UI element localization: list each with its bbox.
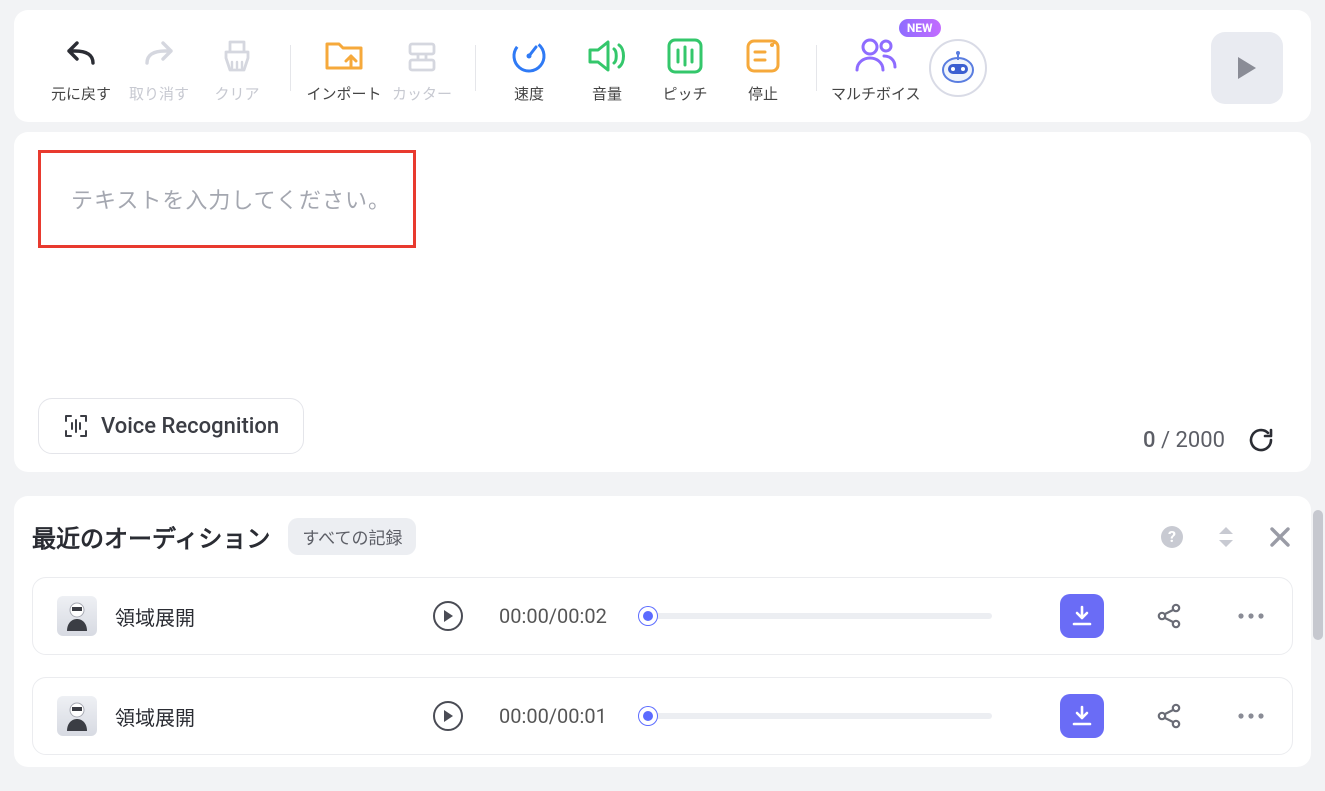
multivoice-icon: [853, 33, 899, 79]
share-button[interactable]: [1152, 599, 1186, 633]
pause-icon: [740, 33, 786, 79]
audition-avatar: [57, 696, 97, 736]
brush-icon: [214, 33, 260, 79]
audition-play-button[interactable]: [433, 701, 463, 731]
toolbar-group-audio: 速度 音量 ピッチ 停止: [490, 33, 802, 104]
audition-row: 領域展開 00:00/00:02: [32, 577, 1293, 655]
voice-avatar[interactable]: [929, 39, 987, 97]
toolbar-group-voice: NEW マルチボイス: [831, 33, 921, 104]
help-icon: ?: [1159, 524, 1185, 550]
auditions-title: 最近のオーディション: [32, 519, 270, 554]
audition-name: 領域展開: [115, 602, 375, 631]
multivoice-label: マルチボイス: [831, 83, 921, 104]
auditions-list: 領域展開 00:00/00:02 領域展開 00:0: [32, 577, 1293, 755]
import-label: インポート: [306, 83, 381, 104]
redo-button[interactable]: 取り消す: [120, 33, 198, 104]
pitch-button[interactable]: ピッチ: [646, 33, 724, 104]
count-current: 0: [1143, 428, 1156, 453]
play-icon: [442, 609, 454, 623]
voice-recognition-icon: [63, 413, 89, 439]
toolbar: 元に戻す 取り消す クリア インポート カッター: [14, 10, 1311, 122]
divider: [475, 45, 476, 91]
audition-progress[interactable]: [643, 613, 992, 619]
redo-label: 取り消す: [129, 83, 189, 104]
refresh-button[interactable]: [1247, 426, 1275, 454]
count-max: 2000: [1176, 428, 1225, 453]
download-button[interactable]: [1060, 594, 1104, 638]
volume-button[interactable]: 音量: [568, 33, 646, 104]
pitch-label: ピッチ: [662, 83, 707, 104]
toolbar-group-history: 元に戻す 取り消す クリア: [42, 33, 276, 104]
progress-knob[interactable]: [639, 607, 657, 625]
more-icon: [1237, 712, 1265, 720]
redo-icon: [136, 33, 182, 79]
pause-button[interactable]: 停止: [724, 33, 802, 104]
text-input-highlight[interactable]: テキストを入力してください。: [38, 150, 416, 248]
clear-label: クリア: [214, 83, 259, 104]
play-button[interactable]: [1211, 32, 1283, 104]
share-icon: [1155, 702, 1183, 730]
audition-row: 領域展開 00:00/00:01: [32, 677, 1293, 755]
divider: [816, 45, 817, 91]
import-button[interactable]: インポート: [305, 33, 383, 104]
progress-knob[interactable]: [639, 707, 657, 725]
scrollbar-thumb[interactable]: [1313, 510, 1323, 640]
folder-import-icon: [321, 33, 367, 79]
close-icon: [1269, 526, 1291, 548]
volume-icon: [584, 33, 630, 79]
robot-icon: [938, 48, 978, 88]
help-button[interactable]: ?: [1159, 524, 1185, 550]
pitch-icon: [662, 33, 708, 79]
more-icon: [1237, 612, 1265, 620]
volume-label: 音量: [592, 83, 622, 104]
speed-button[interactable]: 速度: [490, 33, 568, 104]
share-icon: [1155, 602, 1183, 630]
speed-icon: [506, 33, 552, 79]
play-icon: [442, 709, 454, 723]
more-button[interactable]: [1234, 599, 1268, 633]
auditions-panel: 最近のオーディション すべての記録 ? 領域展開 00:00/00:02: [14, 496, 1311, 767]
play-icon: [1235, 55, 1259, 81]
new-badge: NEW: [899, 19, 941, 37]
clear-button[interactable]: クリア: [198, 33, 276, 104]
pause-label: 停止: [748, 83, 778, 104]
all-records-button[interactable]: すべての記録: [288, 518, 416, 555]
download-icon: [1071, 605, 1093, 627]
undo-label: 元に戻す: [51, 83, 111, 104]
editor-panel: テキストを入力してください。 Voice Recognition 0 / 200…: [14, 132, 1311, 472]
auditions-header: 最近のオーディション すべての記録 ?: [32, 518, 1293, 555]
audition-time: 00:00/00:01: [499, 704, 607, 728]
text-input-placeholder: テキストを入力してください。: [71, 183, 391, 215]
download-button[interactable]: [1060, 694, 1104, 738]
refresh-icon: [1247, 426, 1275, 454]
share-button[interactable]: [1152, 699, 1186, 733]
undo-icon: [58, 33, 104, 79]
cutter-icon: [399, 33, 445, 79]
audition-play-button[interactable]: [433, 601, 463, 631]
close-button[interactable]: [1267, 524, 1293, 550]
audition-time: 00:00/00:02: [499, 604, 607, 628]
speed-label: 速度: [514, 83, 544, 104]
undo-button[interactable]: 元に戻す: [42, 33, 120, 104]
more-button[interactable]: [1234, 699, 1268, 733]
cutter-label: カッター: [392, 83, 452, 104]
voice-recognition-button[interactable]: Voice Recognition: [38, 398, 304, 454]
character-counter: 0 / 2000: [1143, 426, 1275, 454]
count-sep: /: [1156, 428, 1176, 453]
audition-avatar: [57, 596, 97, 636]
voice-recognition-label: Voice Recognition: [101, 414, 279, 439]
svg-text:?: ?: [1168, 527, 1176, 546]
audition-name: 領域展開: [115, 702, 375, 731]
sort-icon: [1216, 525, 1236, 549]
cutter-button[interactable]: カッター: [383, 33, 461, 104]
multivoice-button[interactable]: NEW マルチボイス: [831, 33, 921, 104]
toolbar-group-import: インポート カッター: [305, 33, 461, 104]
sort-button[interactable]: [1213, 524, 1239, 550]
audition-progress[interactable]: [643, 713, 992, 719]
divider: [290, 45, 291, 91]
editor-footer: Voice Recognition 0 / 2000: [38, 398, 1287, 454]
download-icon: [1071, 705, 1093, 727]
